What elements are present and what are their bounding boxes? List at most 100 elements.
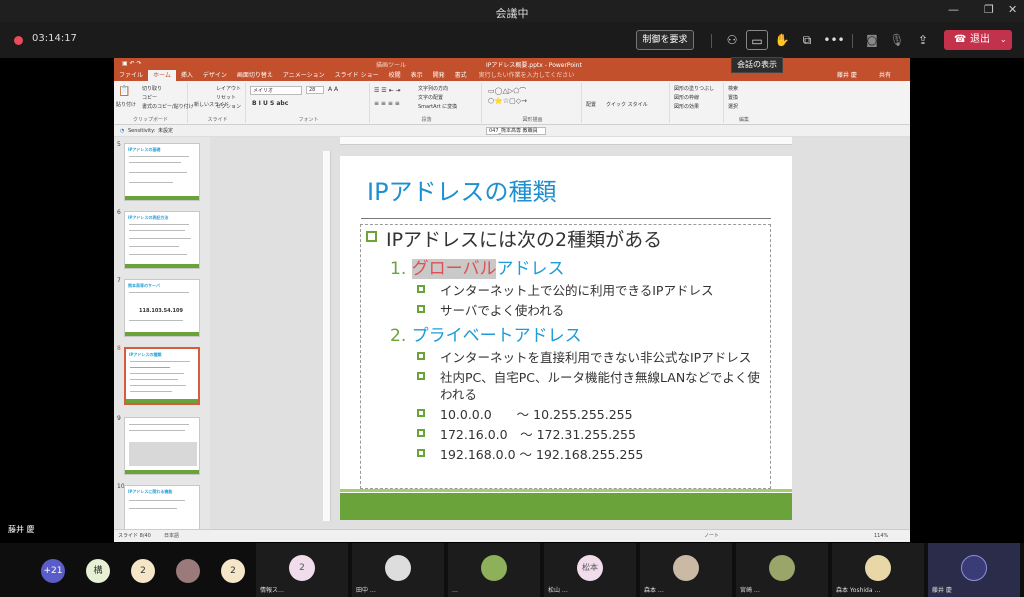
phone-hangup-icon: ☎ <box>954 34 967 45</box>
ribbon-tab[interactable]: アニメーション <box>278 70 330 81</box>
ribbon-tab[interactable]: スライド ショー <box>330 70 384 81</box>
paste-button[interactable]: 貼り付け <box>116 101 136 108</box>
slide-thumbnail[interactable]: 熊本高専のサーバ 118.103.54.109 <box>124 279 200 337</box>
align-icon[interactable]: ≡ ≡ ≡ ≡ <box>374 100 400 107</box>
share-link[interactable]: 共有 <box>874 70 896 81</box>
toolbar-divider <box>711 34 712 48</box>
font-name-select[interactable]: メイリオ <box>250 86 302 95</box>
quick-styles-button[interactable]: クイック スタイル <box>606 101 648 108</box>
arrange-button[interactable]: 配置 <box>586 101 596 108</box>
participant-name: 宮崎 … <box>740 587 760 594</box>
participant-avatar: 松本 <box>577 555 603 581</box>
slide-title[interactable]: IPアドレスの種類 <box>367 172 557 207</box>
sensitivity-value[interactable]: 未設定 <box>158 125 173 137</box>
participant-avatar[interactable]: 構 <box>86 559 110 583</box>
participant-tile[interactable]: 森本 Yoshida … <box>832 543 924 597</box>
bold-icon[interactable]: B I U S abc <box>252 100 288 107</box>
participants-icon[interactable]: ⚇ <box>721 30 743 50</box>
leave-button[interactable]: ☎ 退出 ⌄ <box>944 30 1012 50</box>
slide-thumbnail[interactable]: IPアドレスの基礎 <box>124 143 200 201</box>
slide-thumbnail[interactable] <box>124 417 200 475</box>
drawing-tools-label: 描画ツール <box>376 62 407 69</box>
raise-hand-icon[interactable]: ✋ <box>771 30 793 50</box>
clipboard-group: 📋 貼り付け 切り取り コピー 書式のコピー/貼り付け クリップボード <box>114 83 194 123</box>
notes-button[interactable]: ノート <box>704 530 719 542</box>
participant-tile[interactable]: 宮崎 … <box>736 543 828 597</box>
chevron-down-icon[interactable]: ⌄ <box>1000 30 1007 50</box>
zoom-level[interactable]: 114% <box>874 530 888 542</box>
participant-tile[interactable]: … <box>448 543 540 597</box>
shape-fill-button[interactable]: 図形の塗りつぶし <box>674 85 714 92</box>
self-name-label: 藤井 慶 <box>8 525 35 534</box>
more-participants-badge[interactable]: +21 <box>41 559 65 583</box>
ribbon-tab[interactable]: 開発 <box>428 70 450 81</box>
font-size-select[interactable]: 28 <box>306 86 324 94</box>
tell-me-search[interactable]: 実行したい作業を入力してください <box>474 70 580 81</box>
copy-button[interactable]: コピー <box>142 94 157 101</box>
list-item-global: 1. グローバルアドレス <box>390 254 564 279</box>
ribbon-tab[interactable]: 書式 <box>450 70 472 81</box>
ribbon-tab[interactable]: ホーム <box>148 70 176 81</box>
slide-thumbnail[interactable]: IPアドレスに関わる機能 <box>124 485 200 529</box>
cut-button[interactable]: 切り取り <box>142 85 162 92</box>
participant-strip: +21 構 2 2 2 情報ス… 田中 … … 松本 松山 … 森本 … 宮崎 … <box>0 543 1024 597</box>
shapes-gallery-icon[interactable]: ▭◯△▷⬠⌒ <box>488 86 526 96</box>
paragraph-group: ☰ ☰ ⇤ ⇥ ≡ ≡ ≡ ≡ 文字列の方向 文字の配置 SmartArt に変… <box>372 83 482 123</box>
smartart-button[interactable]: SmartArt に変換 <box>418 103 457 110</box>
close-icon[interactable]: ✕ <box>1008 3 1017 16</box>
bullets-icon[interactable]: ☰ ☰ ⇤ ⇥ <box>374 87 401 94</box>
slide-thumbnail-selected[interactable]: IPアドレスの種類 <box>124 347 200 405</box>
replace-button[interactable]: 置換 <box>728 94 738 101</box>
participant-avatar[interactable]: 2 <box>131 559 155 583</box>
shape-effects-button[interactable]: 図形の効果 <box>674 103 699 110</box>
bullet-square <box>417 305 425 313</box>
participant-tile[interactable]: 森本 … <box>640 543 732 597</box>
camera-off-icon[interactable]: ◙ <box>861 30 883 50</box>
participant-avatar[interactable]: 2 <box>221 559 245 583</box>
file-tab-chip[interactable]: 047_熊本高専 教職員 <box>486 127 546 135</box>
rooms-icon[interactable]: ⧉ <box>796 30 818 50</box>
select-button[interactable]: 選択 <box>728 103 738 110</box>
participant-photo[interactable] <box>176 559 200 583</box>
ribbon-tab[interactable]: 表示 <box>406 70 428 81</box>
restore-icon[interactable]: ❐ <box>984 3 994 16</box>
sub-bullet: インターネットを直接利用できない非公式なIPアドレス <box>440 350 752 365</box>
align-text-button[interactable]: 文字の配置 <box>418 94 443 101</box>
text-direction-button[interactable]: 文字列の方向 <box>418 85 448 92</box>
save-icon[interactable]: ▣ ↶ ↷ <box>122 60 142 67</box>
participant-tile[interactable]: 2 情報ス… <box>256 543 348 597</box>
slide-thumbnail[interactable]: IPアドレスの表記方法 <box>124 211 200 269</box>
format-painter-button[interactable]: 書式のコピー/貼り付け <box>142 103 194 110</box>
ribbon-tab[interactable]: デザイン <box>198 70 232 81</box>
ip-range: 172.16.0.0 ～ 172.31.255.255 <box>440 427 636 442</box>
meeting-toolbar: 03:14:17 制御を要求 ⚇ ▭ ✋ ⧉ ••• ◙ 🎙 ⇪ ☎ 退出 ⌄ <box>0 22 1024 58</box>
window-title: 会議中 <box>495 7 529 20</box>
more-options-icon[interactable]: ••• <box>823 30 845 50</box>
minimize-icon[interactable]: — <box>948 3 959 16</box>
paste-icon[interactable]: 📋 <box>118 86 130 97</box>
grow-font-icon[interactable]: A A <box>328 86 338 93</box>
section-button[interactable]: セクション <box>216 103 241 110</box>
ppt-file-title: IPアドレス概要.pptx - PowerPoint <box>486 62 582 69</box>
ribbon-tab[interactable]: ファイル <box>114 70 148 81</box>
current-slide[interactable]: IPアドレスの種類 IPアドレスには次の2種類がある 1. グローバルアドレス … <box>340 156 792 520</box>
shape-outline-button[interactable]: 図形の枠線 <box>674 94 699 101</box>
request-control-button[interactable]: 制御を要求 <box>636 30 694 50</box>
chat-icon[interactable]: ▭ <box>746 30 768 50</box>
share-screen-icon[interactable]: ⇪ <box>912 30 934 50</box>
participant-tile-self[interactable]: 藤井 慶 <box>928 543 1020 597</box>
thumb-number: 9 <box>117 415 121 422</box>
mic-off-icon[interactable]: 🎙 <box>886 30 908 50</box>
participant-photo <box>385 555 411 581</box>
find-button[interactable]: 検索 <box>728 85 738 92</box>
participant-tile[interactable]: 田中 … <box>352 543 444 597</box>
editing-group: 検索 置換 選択 編集 <box>726 83 762 123</box>
ribbon-tab[interactable]: 校閲 <box>384 70 406 81</box>
ribbon-tab[interactable]: 挿入 <box>176 70 198 81</box>
ribbon-tab[interactable]: 画面切り替え <box>232 70 278 81</box>
ip-range: 192.168.0.0 ～ 192.168.255.255 <box>440 447 644 462</box>
participant-tile[interactable]: 松本 松山 … <box>544 543 636 597</box>
layout-button[interactable]: レイアウト <box>216 85 241 92</box>
reset-button[interactable]: リセット <box>216 94 236 101</box>
shapes-gallery-icon[interactable]: ⬡⭐☆▢◇→ <box>488 97 527 105</box>
